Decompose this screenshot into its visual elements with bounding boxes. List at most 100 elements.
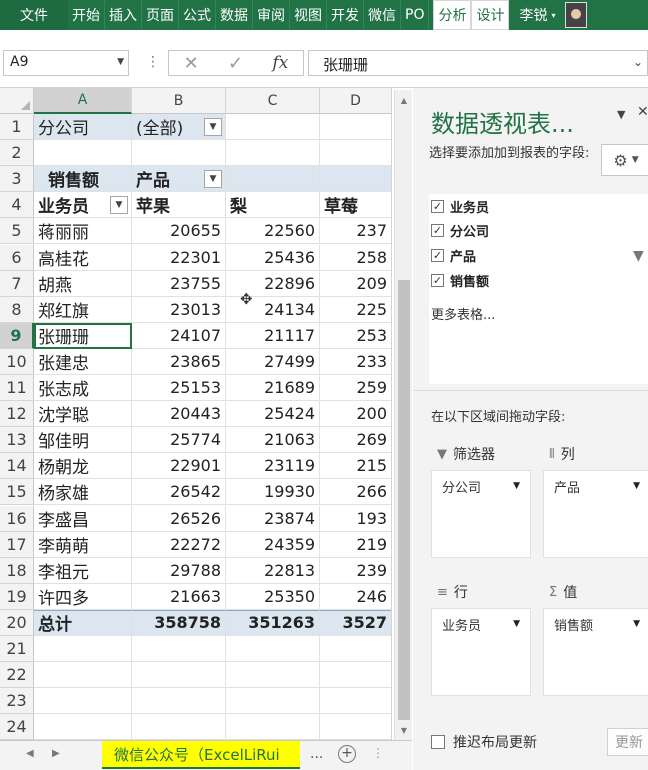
row-header[interactable]: 3 bbox=[0, 166, 34, 193]
cell-a9[interactable]: 张珊珊 bbox=[34, 322, 132, 349]
cell-c11[interactable]: 21689 bbox=[226, 375, 320, 402]
defer-checkbox[interactable] bbox=[431, 735, 445, 749]
chevron-down-icon[interactable]: ▼ bbox=[513, 481, 520, 491]
column-header-b[interactable]: B bbox=[132, 88, 226, 114]
cell-c2[interactable] bbox=[226, 140, 320, 167]
cell-d10[interactable]: 233 bbox=[320, 349, 391, 375]
cell-b10[interactable]: 23865 bbox=[132, 348, 226, 375]
vertical-scrollbar[interactable]: ▲ ▼ bbox=[394, 90, 412, 740]
area-columns[interactable]: 产品 ▼ bbox=[543, 470, 648, 558]
filter-dropdown-salesperson[interactable]: ▼ bbox=[110, 196, 128, 215]
more-sheets-button[interactable]: ... bbox=[310, 746, 323, 762]
row-header[interactable]: 20 bbox=[0, 609, 34, 636]
cell-d22[interactable] bbox=[320, 662, 391, 689]
row-header[interactable]: 10 bbox=[0, 348, 34, 375]
add-sheet-button[interactable]: + bbox=[338, 745, 356, 763]
tab-design[interactable]: 设计 bbox=[471, 0, 510, 30]
filter-dropdown-branch[interactable]: ▼ bbox=[204, 118, 222, 136]
cell-b4[interactable]: 苹果 bbox=[132, 192, 226, 219]
field-chip-branch[interactable]: 分公司 ▼ bbox=[436, 475, 526, 497]
column-header-d[interactable]: D bbox=[320, 88, 391, 114]
cell-b8[interactable]: 23013 bbox=[132, 296, 226, 323]
cell-d6[interactable]: 258 bbox=[320, 245, 391, 271]
chevron-down-icon[interactable]: ▼ bbox=[633, 619, 640, 629]
cell-b19[interactable]: 21663 bbox=[132, 583, 226, 610]
enter-icon[interactable]: ✓ bbox=[228, 53, 243, 74]
sheet-tab[interactable]: 微信公众号（ExcelLiRui bbox=[102, 741, 300, 769]
cell-a16[interactable]: 李盛昌 bbox=[34, 505, 132, 532]
cell-d11[interactable]: 259 bbox=[320, 375, 391, 402]
cell-d2[interactable] bbox=[320, 140, 391, 167]
cell-c14[interactable]: 23119 bbox=[226, 453, 320, 480]
tab-review[interactable]: 审阅 bbox=[253, 0, 290, 30]
cell-a23[interactable] bbox=[34, 688, 132, 715]
scrollbar-thumb[interactable] bbox=[398, 280, 410, 720]
select-all-corner[interactable] bbox=[0, 88, 34, 114]
row-header[interactable]: 15 bbox=[0, 479, 34, 506]
cell-d5[interactable]: 237 bbox=[320, 218, 391, 245]
row-header[interactable]: 18 bbox=[0, 557, 34, 584]
cell-d23[interactable] bbox=[320, 688, 391, 715]
cell-a13[interactable]: 邹佳明 bbox=[34, 427, 132, 454]
tab-insert[interactable]: 插入 bbox=[105, 0, 142, 30]
spreadsheet-grid[interactable]: A B C D 1 分公司 (全部) 2 3 销售额 产品 4 业务员 苹果梨草莓 5 蒋丽丽 20655 225… bbox=[0, 88, 392, 740]
tab-view[interactable]: 视图 bbox=[290, 0, 327, 30]
cell-a15[interactable]: 杨家雄 bbox=[34, 479, 132, 506]
cell-c15[interactable]: 19930 bbox=[226, 479, 320, 506]
cell-b14[interactable]: 22901 bbox=[132, 453, 226, 480]
cell-d4[interactable]: 草莓 bbox=[320, 192, 391, 219]
cell-c18[interactable]: 22813 bbox=[226, 557, 320, 584]
pane-divider[interactable] bbox=[413, 390, 648, 400]
row-header[interactable]: 22 bbox=[0, 662, 34, 689]
cell-c17[interactable]: 24359 bbox=[226, 531, 320, 558]
cell-a20[interactable]: 总计 bbox=[34, 609, 132, 636]
area-values[interactable]: 销售额 ▼ bbox=[543, 608, 648, 696]
cell-d14[interactable]: 215 bbox=[320, 453, 391, 480]
cell-d21[interactable] bbox=[320, 636, 391, 663]
cell-c23[interactable] bbox=[226, 688, 320, 715]
chevron-down-icon[interactable]: ▼ bbox=[633, 481, 640, 491]
cell-c3[interactable] bbox=[226, 166, 320, 193]
close-icon[interactable]: ✕ bbox=[637, 104, 648, 120]
cell-b23[interactable] bbox=[132, 688, 226, 715]
field-item-salesperson[interactable]: ✓ 业务员 bbox=[431, 196, 489, 216]
field-item-product[interactable]: ✓ 产品 bbox=[431, 245, 476, 265]
cell-d13[interactable]: 269 bbox=[320, 427, 391, 454]
cell-a18[interactable]: 李祖元 bbox=[34, 557, 132, 584]
cell-b15[interactable]: 26542 bbox=[132, 479, 226, 506]
cell-d19[interactable]: 246 bbox=[320, 584, 391, 610]
row-header[interactable]: 1 bbox=[0, 114, 34, 141]
tab-formulas[interactable]: 公式 bbox=[179, 0, 216, 30]
cell-a14[interactable]: 杨朝龙 bbox=[34, 453, 132, 480]
tab-home[interactable]: 开始 bbox=[68, 0, 105, 30]
tab-developer[interactable]: 开发 bbox=[327, 0, 364, 30]
cell-b21[interactable] bbox=[132, 636, 226, 663]
cell-b16[interactable]: 26526 bbox=[132, 505, 226, 532]
cell-d15[interactable]: 266 bbox=[320, 479, 391, 506]
cell-d3[interactable] bbox=[320, 166, 391, 193]
row-header[interactable]: 21 bbox=[0, 636, 34, 663]
cell-b13[interactable]: 25774 bbox=[132, 427, 226, 454]
cell-d1[interactable] bbox=[320, 114, 391, 141]
cell-a10[interactable]: 张建忠 bbox=[34, 348, 132, 375]
field-item-sales[interactable]: ✓ 销售额 bbox=[431, 270, 489, 290]
chevron-down-icon[interactable]: ▼ bbox=[117, 57, 124, 67]
cell-a21[interactable] bbox=[34, 636, 132, 663]
field-chip-sales[interactable]: 销售额 ▼ bbox=[548, 613, 646, 635]
cell-c1[interactable] bbox=[226, 114, 320, 141]
row-header[interactable]: 11 bbox=[0, 375, 34, 402]
cell-c13[interactable]: 21063 bbox=[226, 427, 320, 454]
filter-active-product[interactable]: ▼ bbox=[204, 170, 222, 189]
scroll-down-icon[interactable]: ▼ bbox=[395, 722, 413, 738]
tools-button[interactable]: ⚙ ▼ bbox=[601, 144, 648, 176]
row-header[interactable]: 4 bbox=[0, 192, 34, 219]
cell-d9[interactable]: 253 bbox=[320, 323, 391, 349]
field-item-branch[interactable]: ✓ 分公司 bbox=[431, 220, 489, 240]
cell-d8[interactable]: 225 bbox=[320, 297, 391, 323]
cell-a22[interactable] bbox=[34, 662, 132, 689]
update-button[interactable]: 更新 bbox=[607, 728, 648, 756]
cell-d12[interactable]: 200 bbox=[320, 401, 391, 428]
cell-d7[interactable]: 209 bbox=[320, 271, 391, 297]
cell-b6[interactable]: 22301 bbox=[132, 244, 226, 271]
cell-c16[interactable]: 23874 bbox=[226, 505, 320, 532]
